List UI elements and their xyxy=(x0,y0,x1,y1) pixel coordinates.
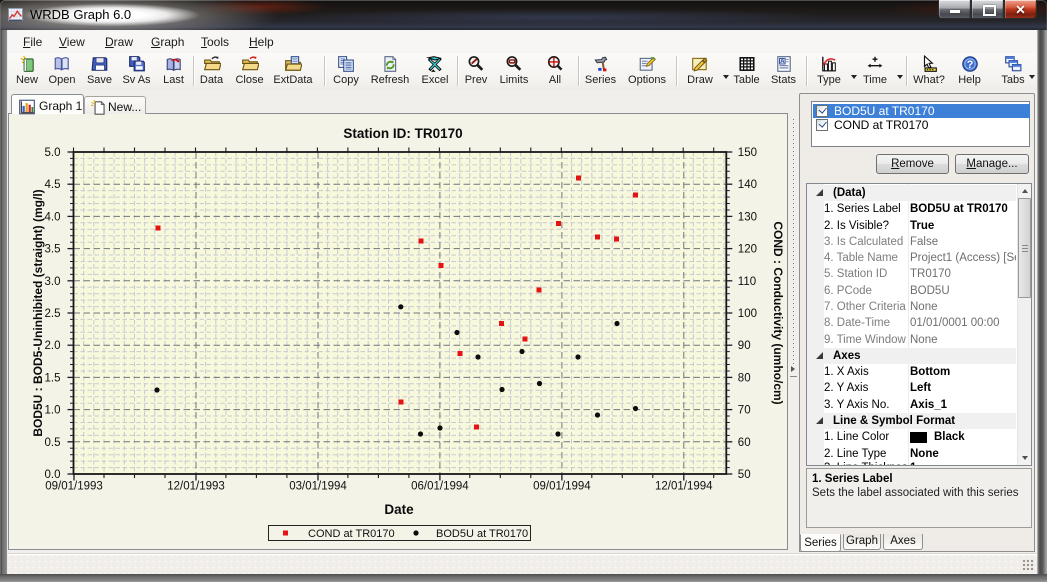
svg-text:130: 130 xyxy=(738,211,757,223)
svg-text:2.0: 2.0 xyxy=(45,340,61,352)
svg-text:COND : Conductivity (umho/cm): COND : Conductivity (umho/cm) xyxy=(771,221,785,404)
svg-text:3.0: 3.0 xyxy=(45,276,61,288)
svg-text:70: 70 xyxy=(738,405,751,417)
svg-text:140: 140 xyxy=(738,179,757,191)
svg-text:03/01/1994: 03/01/1994 xyxy=(289,481,347,493)
svg-text:?: ? xyxy=(966,59,973,71)
svg-text:5.0: 5.0 xyxy=(45,147,61,159)
svg-text:BOD5U : BOD5-Uninhibited (stra: BOD5U : BOD5-Uninhibited (straight) (mg/… xyxy=(31,189,45,436)
svg-text:100: 100 xyxy=(738,308,757,320)
svg-text:Station ID: TR0170: Station ID: TR0170 xyxy=(343,126,462,141)
svg-text:06/01/1994: 06/01/1994 xyxy=(411,481,469,493)
svg-text:110: 110 xyxy=(738,276,756,288)
svg-text:09/01/1994: 09/01/1994 xyxy=(533,481,591,493)
svg-text:120: 120 xyxy=(738,244,757,256)
svg-text:Date: Date xyxy=(384,502,414,517)
svg-text:12/01/1993: 12/01/1993 xyxy=(167,481,225,493)
svg-text:60: 60 xyxy=(738,437,751,449)
svg-text:0.0: 0.0 xyxy=(45,469,61,481)
svg-text:0.5: 0.5 xyxy=(45,437,61,449)
svg-text:BOD5U at TR0170: BOD5U at TR0170 xyxy=(436,528,528,540)
svg-text:2.5: 2.5 xyxy=(45,308,61,320)
svg-text:50: 50 xyxy=(738,469,751,481)
svg-text:COND at TR0170: COND at TR0170 xyxy=(308,528,395,540)
svg-text:4.0: 4.0 xyxy=(45,211,61,223)
svg-text:150: 150 xyxy=(738,147,757,159)
svg-text:3.5: 3.5 xyxy=(45,244,61,256)
svg-text:1.5: 1.5 xyxy=(45,372,61,384)
svg-text:80: 80 xyxy=(738,372,751,384)
svg-text:09/01/1993: 09/01/1993 xyxy=(45,481,103,493)
svg-text:4.5: 4.5 xyxy=(45,179,61,191)
svg-text:12/01/1994: 12/01/1994 xyxy=(655,481,713,493)
svg-text:1.0: 1.0 xyxy=(45,405,61,417)
svg-text:A: A xyxy=(780,58,785,65)
svg-text:90: 90 xyxy=(738,340,751,352)
